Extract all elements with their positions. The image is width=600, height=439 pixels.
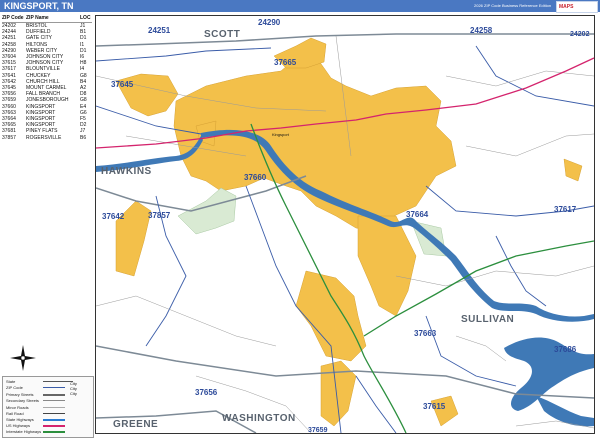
legend-symbol-state-hwy [43,419,65,421]
zip-label-37660: 37660 [244,173,267,182]
legend-symbol-railroad [43,413,65,414]
road-7 [195,375,312,433]
legend-item-minor: Minor Roads [6,405,29,410]
road-5 [395,265,594,287]
zip-label-24290: 24290 [258,18,281,27]
zip-label-37659: 37659 [308,427,328,434]
zip-label-37615: 37615 [423,402,446,411]
zip-name-cell: ROGERSVILLE [26,134,62,141]
map-frame[interactable]: 24251 24290 24258 24202 37645 37665 3766… [95,15,595,434]
zip-label-37686: 37686 [554,345,577,354]
legend-item-state: State [6,379,16,384]
zip-line-9 [355,375,397,433]
zip-label-37617: 37617 [554,205,577,214]
county-label-washington: WASHINGTON [222,413,296,424]
lake-boone [504,337,594,411]
legend-symbol-us-hwy [43,425,65,427]
publisher-logo: MAPS [556,1,598,13]
county-label-greene: GREENE [113,419,159,430]
zip-code-cell: 37857 [2,134,16,141]
loc-column-header: LOC [80,15,91,21]
road-3 [445,70,594,87]
legend-symbol-secondary [43,400,65,401]
road-8 [455,335,507,362]
zip-line-6 [495,235,547,307]
urban-area-right [563,158,583,182]
map-title: KINGSPORT, TN [4,1,74,11]
legend-symbol-state [43,381,73,382]
logo-text: MAPS [559,4,574,10]
compass-rose-icon [8,343,38,373]
zip-index-table: ZIP Code ZIP Name LOC 24202 BRISTOL J1 2424… [2,15,92,315]
county-line-scott [96,33,594,47]
zip-label-37642: 37642 [102,212,125,221]
zip-index-rows: 24202 BRISTOL J1 24244 DUFFIELD B1 24251 GATE C… [2,23,92,141]
legend-city-sample: City City City [70,381,77,396]
zip-label-37663: 37663 [414,329,437,338]
header-bar: KINGSPORT, TN 2026 ZIP Code Business Ref… [0,0,600,13]
urban-area-east [430,395,459,427]
legend-symbol-minor [43,407,65,408]
zip-label-37664: 37664 [406,210,429,219]
lake-arm [536,396,594,427]
zip-index-header: ZIP Code ZIP Name LOC [2,15,92,23]
legend-item-interstate: Interstate Highways [6,429,42,434]
zip-index-row: 37857 ROGERSVILLE B6 [2,135,92,141]
legend-item-zip: ZIP Code [6,385,23,390]
legend-symbol-primary [43,394,65,396]
zip-line-8 [475,45,594,107]
legend-item-railroad: Rail Road [6,411,24,416]
zip-label-37857: 37857 [148,211,171,220]
city-label-kingsport: Kingsport [272,132,289,137]
legend-item-secondary: Secondary Streets [6,398,39,403]
zip-label-24258: 24258 [470,26,493,35]
legend-symbol-interstate [43,431,65,433]
legend-symbol-zip [43,387,65,388]
county-label-scott: SCOTT [204,29,241,40]
park-area-west [177,187,237,235]
county-label-sullivan: SULLIVAN [461,314,515,325]
zip-label-37665: 37665 [274,58,297,67]
zip-label-37656: 37656 [195,388,218,397]
zip-code-column-header: ZIP Code [2,15,24,21]
zip-name-column-header: ZIP Name [26,15,49,21]
zip-label-24251: 24251 [148,26,171,35]
loc-cell: B6 [80,134,87,141]
road-6 [96,295,277,347]
map-canvas [96,33,594,433]
zip-label-37645: 37645 [111,80,134,89]
zip-label-24202: 24202 [570,31,590,38]
county-label-hawkins: HAWKINS [101,166,152,177]
urban-area-colonial-heights [357,215,417,317]
legend-item-state-hwy: State Highways [6,417,34,422]
edition-text: 2026 ZIP Code Business Reference Edition [474,3,552,8]
map-legend: State ZIP Code Primary Streets Secondary… [2,376,94,438]
zip-line-1 [96,47,272,62]
legend-item-primary: Primary Streets [6,392,34,397]
legend-item-us-hwy: US Highways [6,423,31,428]
road-4 [465,133,594,157]
